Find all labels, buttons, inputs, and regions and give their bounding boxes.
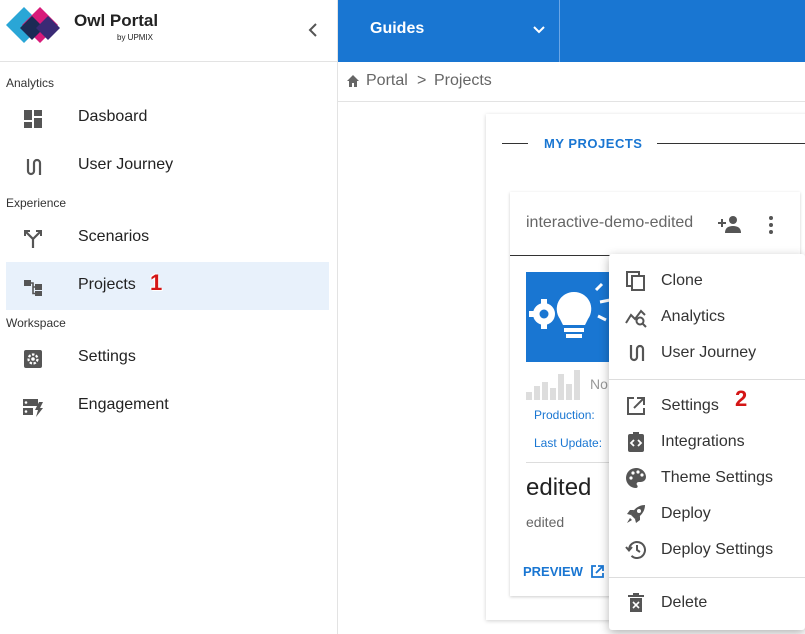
hierarchy-icon	[24, 280, 42, 296]
project-context-menu: Clone Analytics User Journey Settings 2 …	[609, 254, 805, 630]
sidebar-item-engagement[interactable]: Engagement	[6, 382, 329, 430]
section-title: MY PROJECTS	[544, 136, 643, 151]
breadcrumb-portal-link[interactable]: Portal	[366, 72, 408, 90]
sidebar: Owl Portal by UPMIX Analytics Dasboard U…	[0, 0, 338, 634]
section-divider	[657, 143, 805, 144]
analytics-icon	[625, 309, 647, 328]
chevron-down-icon	[533, 26, 545, 34]
route-icon	[629, 344, 645, 362]
history-icon	[625, 541, 646, 559]
menu-divider	[609, 577, 805, 578]
menu-divider	[609, 379, 805, 380]
owl-portal-logo	[6, 7, 60, 43]
menu-item-label: Settings	[661, 397, 719, 414]
sidebar-item-scenarios[interactable]: Scenarios	[6, 214, 329, 262]
menu-item-label: Theme Settings	[661, 469, 774, 486]
open-external-icon[interactable]	[590, 564, 605, 579]
menu-item-clone[interactable]: Clone	[609, 264, 805, 298]
brand-header: Owl Portal by UPMIX	[0, 0, 338, 62]
menu-item-analytics[interactable]: Analytics	[609, 300, 805, 334]
merge-icon	[24, 230, 42, 248]
brand-name: Owl Portal	[74, 11, 159, 30]
last-update-label: Last Update:	[534, 436, 603, 450]
menu-item-label: Clone	[661, 272, 703, 289]
sidebar-item-label: Settings	[78, 348, 136, 365]
engagement-icon	[23, 399, 43, 417]
menu-item-integrations[interactable]: Integrations	[609, 425, 805, 459]
home-icon[interactable]	[346, 74, 360, 88]
menu-item-delete[interactable]: Delete	[609, 586, 805, 620]
sidebar-item-settings[interactable]: Settings	[6, 334, 329, 382]
section-label-analytics: Analytics	[6, 76, 55, 90]
menu-item-label: Delete	[661, 594, 708, 611]
sidebar-item-label: Engagement	[78, 396, 169, 413]
menu-item-label: Integrations	[661, 433, 745, 450]
sidebar-item-label: Projects	[78, 276, 136, 293]
brand-subtitle: by UPMIX	[117, 33, 154, 42]
sidebar-item-label: Scenarios	[78, 228, 150, 245]
menu-item-user-journey[interactable]: User Journey	[609, 336, 805, 370]
breadcrumb: Portal > Projects	[338, 62, 805, 102]
annotation-marker-2: 2	[735, 386, 748, 411]
palette-icon	[626, 468, 646, 488]
menu-item-label: Analytics	[661, 308, 726, 325]
annotation-marker-1: 1	[150, 270, 163, 295]
top-bar: Guides	[338, 0, 805, 62]
copy-icon	[626, 271, 645, 291]
project-name: edited	[526, 474, 592, 501]
sidebar-item-projects[interactable]: Projects	[6, 262, 329, 310]
collapse-sidebar-icon[interactable]	[302, 18, 324, 42]
sidebar-item-dashboard[interactable]: Dasboard	[6, 94, 329, 142]
project-card-title: interactive-demo-edited	[526, 214, 694, 231]
rocket-icon	[627, 505, 645, 523]
sidebar-item-label: User Journey	[78, 156, 174, 173]
breadcrumb-separator: >	[417, 72, 427, 89]
preview-link[interactable]: PREVIEW	[523, 564, 583, 579]
status-text: No	[590, 376, 608, 392]
more-vert-icon[interactable]	[764, 214, 778, 236]
sidebar-item-user-journey[interactable]: User Journey	[6, 142, 329, 190]
menu-item-label: User Journey	[661, 344, 757, 361]
menu-item-deploy-settings[interactable]: Deploy Settings	[609, 533, 805, 567]
sidebar-item-label: Dasboard	[78, 108, 148, 125]
open-external-icon	[627, 397, 645, 415]
delete-icon	[628, 593, 644, 612]
section-label-experience: Experience	[6, 196, 67, 210]
code-clipboard-icon	[628, 432, 644, 452]
activity-sparkline	[526, 370, 580, 400]
project-description: edited	[526, 514, 565, 530]
route-icon	[26, 158, 42, 176]
menu-item-label: Deploy	[661, 505, 711, 522]
section-label-workspace: Workspace	[6, 316, 66, 330]
settings-box-icon	[24, 350, 42, 368]
menu-item-deploy[interactable]: Deploy	[609, 497, 805, 531]
section-divider	[502, 143, 528, 144]
menu-item-label: Deploy Settings	[661, 541, 774, 558]
add-user-icon[interactable]	[718, 214, 742, 234]
dashboard-icon	[24, 110, 42, 128]
production-label: Production:	[534, 408, 595, 422]
guides-label: Guides	[370, 20, 425, 37]
menu-item-settings[interactable]: Settings	[609, 389, 805, 423]
guides-dropdown[interactable]: Guides	[338, 0, 560, 62]
menu-item-theme-settings[interactable]: Theme Settings	[609, 461, 805, 495]
breadcrumb-current: Projects	[434, 72, 492, 89]
